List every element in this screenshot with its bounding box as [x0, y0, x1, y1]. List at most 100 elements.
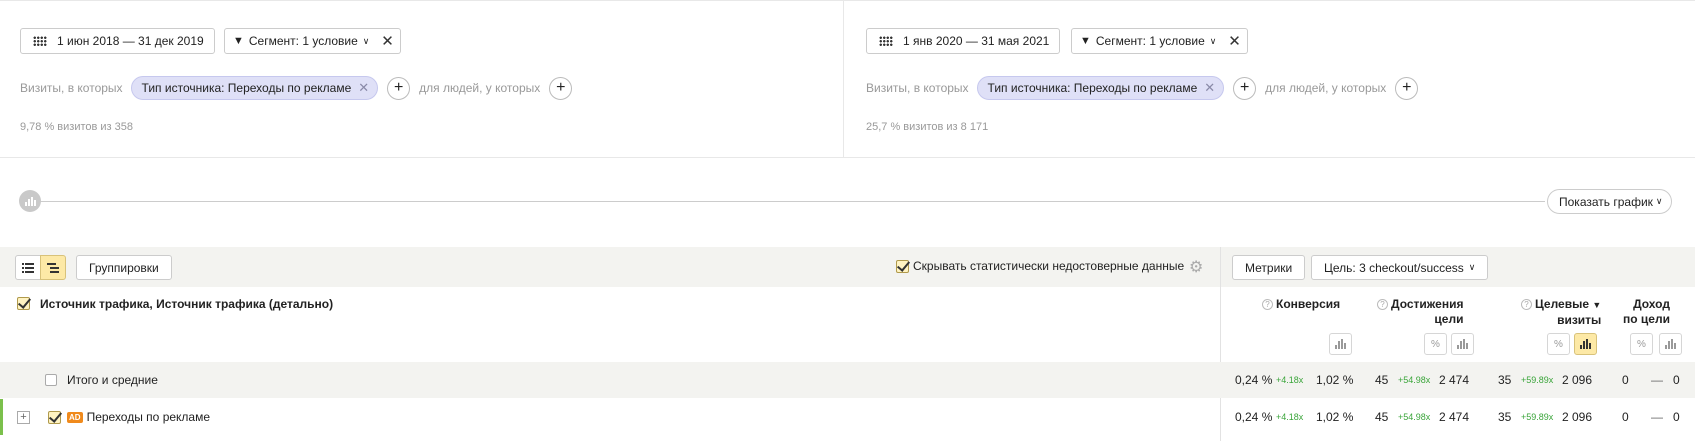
column-label: Достижения	[1391, 297, 1464, 311]
segment-left: 1 июн 2018 — 31 дек 2019 ▼ Сегмент: 1 ус…	[0, 1, 844, 158]
segment-button-right[interactable]: ▼ Сегмент: 1 условие ∨	[1071, 28, 1226, 54]
chevron-down-icon: ∨	[1209, 35, 1217, 46]
row-checkbox[interactable]	[45, 374, 57, 386]
hide-unreliable-toggle[interactable]: Скрывать статистически недостоверные дан…	[896, 259, 1184, 273]
chart-icon[interactable]	[19, 190, 41, 212]
column-header-revenue[interactable]: Доход по цели	[1623, 297, 1670, 327]
column-header-conversion[interactable]: ? Конверсия	[1262, 297, 1340, 312]
chip-remove-icon[interactable]: ✕	[358, 80, 369, 96]
goal-reaches-value-b: 2 474	[1439, 410, 1470, 424]
segment-button-left[interactable]: ▼ Сегмент: 1 условие ∨	[224, 28, 379, 54]
table-row-totals: Итого и средние 0,24 % +4.18x 1,02 % 45 …	[0, 362, 1695, 398]
add-visit-condition-button[interactable]: +	[1233, 76, 1257, 100]
revenue-delta: —	[1651, 410, 1663, 424]
segment-clear-button-right[interactable]: ✕	[1222, 28, 1248, 54]
revenue-delta: —	[1651, 373, 1663, 387]
hide-unreliable-checkbox[interactable]	[896, 259, 909, 273]
list-icon	[22, 262, 34, 273]
goal-reaches-delta: +54.98x	[1398, 375, 1431, 385]
revenue-chart-toggle[interactable]	[1659, 333, 1682, 355]
show-graph-button[interactable]: Показать график ∨	[1547, 189, 1672, 214]
conversion-value-a: 0,24 %	[1235, 373, 1273, 387]
bar-chart-icon	[1335, 339, 1346, 349]
add-people-condition-button[interactable]: +	[1395, 76, 1419, 100]
goal-reaches-chart-toggle[interactable]	[1451, 333, 1474, 355]
row-label[interactable]: Переходы по рекламе	[87, 410, 210, 424]
row-label: Итого и средние	[67, 373, 158, 387]
goal-reaches-value-b: 2 474	[1439, 373, 1470, 387]
expand-icon[interactable]: +	[17, 410, 30, 424]
target-visits-delta: +59.89x	[1521, 375, 1554, 385]
date-range-button-right[interactable]: 1 янв 2020 — 31 мая 2021	[866, 28, 1061, 54]
row-checkbox[interactable]	[48, 410, 61, 424]
column-header-target-visits[interactable]: ? Целевые ▼ визиты	[1521, 297, 1601, 328]
groupings-button[interactable]: Группировки	[76, 255, 172, 280]
chip-remove-icon[interactable]: ✕	[1204, 80, 1215, 96]
graph-divider	[40, 201, 1545, 202]
column-label: по цели	[1623, 312, 1670, 326]
revenue-percent-toggle[interactable]: %	[1630, 333, 1653, 355]
conversion-chart-toggle[interactable]	[1329, 333, 1352, 355]
show-graph-label: Показать график	[1559, 194, 1653, 209]
column-label: Доход	[1633, 297, 1670, 311]
groupings-label: Группировки	[89, 260, 159, 275]
column-label: цели	[1434, 312, 1464, 326]
help-icon[interactable]: ?	[1521, 299, 1532, 310]
goal-reaches-value-a: 45	[1375, 373, 1389, 387]
goal-reaches-percent-toggle[interactable]: %	[1424, 333, 1447, 355]
help-icon[interactable]: ?	[1262, 299, 1273, 310]
dimension-checkbox[interactable]	[17, 297, 30, 310]
target-visits-percent-toggle[interactable]: %	[1547, 333, 1570, 355]
target-visits-delta: +59.89x	[1521, 412, 1554, 422]
conversion-value-a: 0,24 %	[1235, 410, 1273, 424]
sort-desc-icon: ▼	[1592, 300, 1602, 310]
goal-select[interactable]: Цель: 3 checkout/success ∨	[1311, 255, 1489, 280]
segment-clear-button-left[interactable]: ✕	[375, 28, 401, 54]
target-visits-value-b: 2 096	[1562, 373, 1593, 387]
date-range-button-left[interactable]: 1 июн 2018 — 31 дек 2019	[20, 28, 215, 54]
tree-view-button[interactable]	[40, 255, 66, 280]
column-header-goal-reaches[interactable]: ? Достижения цели	[1377, 297, 1463, 327]
help-icon[interactable]: ?	[1377, 299, 1388, 310]
date-range-label: 1 июн 2018 — 31 дек 2019	[57, 34, 204, 48]
conversion-value-b: 1,02 %	[1316, 373, 1354, 387]
revenue-value-a: 0	[1622, 410, 1629, 424]
tree-icon	[47, 262, 59, 273]
segment-stats-right: 25,7 % визитов из 8 171	[866, 121, 989, 133]
filter-icon: ▼	[233, 35, 244, 47]
chevron-down-icon: ∨	[1655, 196, 1663, 206]
visits-label: Визиты, в которых	[20, 81, 123, 95]
metrics-button[interactable]: Метрики	[1232, 255, 1306, 280]
condition-chip[interactable]: Тип источника: Переходы по рекламе ✕	[976, 76, 1225, 100]
target-visits-value-b: 2 096	[1562, 410, 1593, 424]
revenue-value-b: 0	[1673, 373, 1680, 387]
column-label: Целевые	[1535, 297, 1590, 311]
conversion-value-b: 1,02 %	[1316, 410, 1354, 424]
date-range-label: 1 янв 2020 — 31 мая 2021	[903, 34, 1050, 48]
goal-reaches-delta: +54.98x	[1398, 412, 1431, 422]
add-visit-condition-button[interactable]: +	[387, 76, 411, 100]
chevron-down-icon: ∨	[362, 35, 370, 46]
segment-stats-left: 9,78 % визитов из 358	[20, 121, 134, 133]
bar-chart-icon	[1665, 339, 1676, 349]
percent-icon: %	[1637, 338, 1646, 350]
chip-label: Тип источника: Переходы по рекламе	[987, 81, 1198, 95]
metrics-label: Метрики	[1245, 260, 1293, 275]
percent-icon: %	[1554, 338, 1563, 350]
gear-icon[interactable]: ⚙	[1189, 257, 1203, 277]
add-people-condition-button[interactable]: +	[549, 76, 573, 100]
segment-comparison-panel: 1 июн 2018 — 31 дек 2019 ▼ Сегмент: 1 ус…	[0, 0, 1695, 158]
target-visits-value-a: 35	[1498, 373, 1512, 387]
condition-chip[interactable]: Тип источника: Переходы по рекламе ✕	[130, 76, 379, 100]
close-icon: ✕	[381, 33, 394, 50]
table-row[interactable]: + AD Переходы по рекламе 0,24 % +4.18x 1…	[0, 399, 1695, 435]
hide-unreliable-label: Скрывать статистически недостоверные дан…	[913, 259, 1185, 273]
list-view-button[interactable]	[15, 255, 41, 280]
row-dimension: AD Переходы по рекламе	[48, 410, 210, 424]
dimension-title: Источник трафика, Источник трафика (дета…	[40, 297, 334, 311]
chevron-down-icon: ∨	[1468, 262, 1476, 272]
people-label: для людей, у которых	[419, 81, 541, 95]
ad-icon: AD	[67, 411, 83, 423]
target-visits-chart-toggle[interactable]	[1574, 333, 1597, 355]
calendar-icon	[33, 36, 47, 46]
